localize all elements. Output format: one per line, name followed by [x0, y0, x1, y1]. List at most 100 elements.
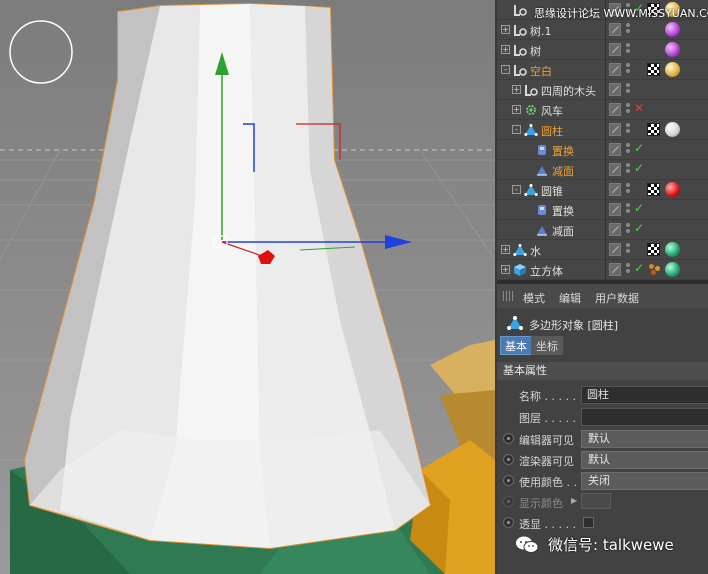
visibility-dots-icon[interactable]	[626, 43, 631, 57]
expand-toggle-icon[interactable]: +	[512, 85, 521, 94]
prop-render-visible-label: 渲染器可见	[519, 455, 574, 468]
tree-item-label[interactable]: 立方体	[530, 263, 563, 279]
render-visible-anim-icon[interactable]	[503, 454, 514, 465]
material-tag-icon[interactable]	[665, 262, 680, 277]
tab-coordinates[interactable]: 坐标	[531, 336, 563, 355]
visibility-dots-icon[interactable]	[626, 83, 631, 97]
check-icon[interactable]: ✓	[634, 141, 644, 155]
use-color-anim-icon[interactable]	[503, 475, 514, 486]
editor-visible-anim-icon[interactable]	[503, 433, 514, 444]
tree-item-label[interactable]: 四周的木头	[541, 83, 596, 99]
tree-row[interactable]: 减面 ✓	[497, 220, 708, 240]
tree-item-label[interactable]: 圆柱	[541, 123, 563, 139]
layer-toggle-icon[interactable]	[609, 43, 621, 56]
tree-item-label[interactable]: 置换	[552, 203, 574, 219]
material-tag-icon[interactable]	[665, 182, 680, 197]
grip-icon[interactable]	[503, 291, 515, 301]
check-icon[interactable]: ✓	[634, 221, 644, 235]
visibility-dots-icon[interactable]	[626, 63, 631, 77]
layer-toggle-icon[interactable]	[609, 123, 621, 136]
xray-anim-icon[interactable]	[503, 517, 514, 528]
menu-mode[interactable]: 模式	[523, 290, 545, 306]
check-icon[interactable]: ✓	[634, 201, 644, 215]
displace-icon	[535, 203, 549, 217]
material-tag-icon[interactable]	[665, 242, 680, 257]
render-visible-select[interactable]: 默认	[581, 451, 708, 469]
expand-toggle-icon[interactable]: -	[512, 125, 521, 134]
menu-user-data[interactable]: 用户数据	[595, 290, 639, 306]
expand-toggle-icon[interactable]: -	[501, 65, 510, 74]
visibility-dots-icon[interactable]	[626, 183, 631, 197]
tree-item-label[interactable]: 树	[530, 43, 541, 59]
disabled-x-icon[interactable]: ✕	[634, 101, 644, 115]
material-tag-icon[interactable]	[665, 22, 680, 37]
tree-item-label[interactable]: 空白	[530, 63, 552, 79]
visibility-dots-icon[interactable]	[626, 23, 631, 37]
tree-row[interactable]: 减面 ✓	[497, 160, 708, 180]
visibility-dots-icon[interactable]	[626, 123, 631, 137]
layer-toggle-icon[interactable]	[609, 83, 621, 96]
visibility-dots-icon[interactable]	[626, 203, 631, 217]
layer-toggle-icon[interactable]	[609, 223, 621, 236]
visibility-dots-icon[interactable]	[626, 243, 631, 257]
tree-item-label[interactable]: 减面	[552, 163, 574, 179]
chevron-right-icon[interactable]: ▶	[571, 496, 577, 505]
multi-tag-icon[interactable]	[649, 264, 661, 276]
tree-row[interactable]: + 树	[497, 40, 708, 60]
layer-toggle-icon[interactable]	[609, 163, 621, 176]
use-color-select[interactable]: 关闭	[581, 472, 708, 490]
visibility-dots-icon[interactable]	[626, 143, 631, 157]
expand-toggle-icon[interactable]: -	[512, 185, 521, 194]
tree-item-label[interactable]: 风车	[541, 103, 563, 119]
material-tag-icon[interactable]	[665, 122, 680, 137]
tree-item-label[interactable]: 圆锥	[541, 183, 563, 199]
check-icon[interactable]: ✓	[634, 261, 644, 275]
editor-visible-select[interactable]: 默认	[581, 430, 708, 448]
cube-icon	[513, 263, 527, 277]
material-tag-icon[interactable]	[665, 62, 680, 77]
expand-toggle-icon[interactable]: +	[512, 105, 521, 114]
layer-toggle-icon[interactable]	[609, 103, 621, 116]
layer-toggle-icon[interactable]	[609, 203, 621, 216]
expand-toggle-icon[interactable]: +	[501, 265, 510, 274]
tree-row[interactable]: + 水	[497, 240, 708, 260]
xray-checkbox[interactable]	[583, 517, 594, 528]
layer-toggle-icon[interactable]	[609, 183, 621, 196]
layer-input[interactable]	[581, 408, 708, 426]
tree-item-label[interactable]: 水	[530, 243, 541, 259]
layer-toggle-icon[interactable]	[609, 63, 621, 76]
menu-edit[interactable]: 编辑	[559, 290, 581, 306]
3d-viewport[interactable]	[0, 0, 495, 574]
tree-row[interactable]: + 四周的木头	[497, 80, 708, 100]
visibility-dots-icon[interactable]	[626, 163, 631, 177]
expand-toggle-icon[interactable]: +	[501, 245, 510, 254]
layer-toggle-icon[interactable]	[609, 143, 621, 156]
tree-item-label[interactable]: 树.1	[530, 23, 552, 39]
tree-row[interactable]: - 圆柱	[497, 120, 708, 140]
tree-row[interactable]: - 圆锥	[497, 180, 708, 200]
tree-row[interactable]: + 立方体 ✓	[497, 260, 708, 280]
check-icon[interactable]: ✓	[634, 161, 644, 175]
tab-basic[interactable]: 基本	[500, 336, 532, 355]
expand-toggle-icon[interactable]: +	[501, 45, 510, 54]
tree-row[interactable]: + 树.1	[497, 20, 708, 40]
texture-tag-icon[interactable]	[647, 243, 660, 256]
tree-row[interactable]: - 空白	[497, 60, 708, 80]
tree-row[interactable]: 置换 ✓	[497, 140, 708, 160]
texture-tag-icon[interactable]	[647, 123, 660, 136]
name-input[interactable]: 圆柱	[581, 386, 708, 404]
tree-item-label[interactable]: 减面	[552, 223, 574, 239]
visibility-dots-icon[interactable]	[626, 263, 631, 277]
texture-tag-icon[interactable]	[647, 63, 660, 76]
visibility-dots-icon[interactable]	[626, 103, 631, 117]
tree-item-label[interactable]: 置换	[552, 143, 574, 159]
texture-tag-icon[interactable]	[647, 183, 660, 196]
tree-row[interactable]: 置换 ✓	[497, 200, 708, 220]
tree-row[interactable]: + 风车 ✕	[497, 100, 708, 120]
layer-toggle-icon[interactable]	[609, 243, 621, 256]
visibility-dots-icon[interactable]	[626, 223, 631, 237]
expand-toggle-icon[interactable]: +	[501, 25, 510, 34]
layer-toggle-icon[interactable]	[609, 263, 621, 276]
material-tag-icon[interactable]	[665, 42, 680, 57]
layer-toggle-icon[interactable]	[609, 23, 621, 36]
